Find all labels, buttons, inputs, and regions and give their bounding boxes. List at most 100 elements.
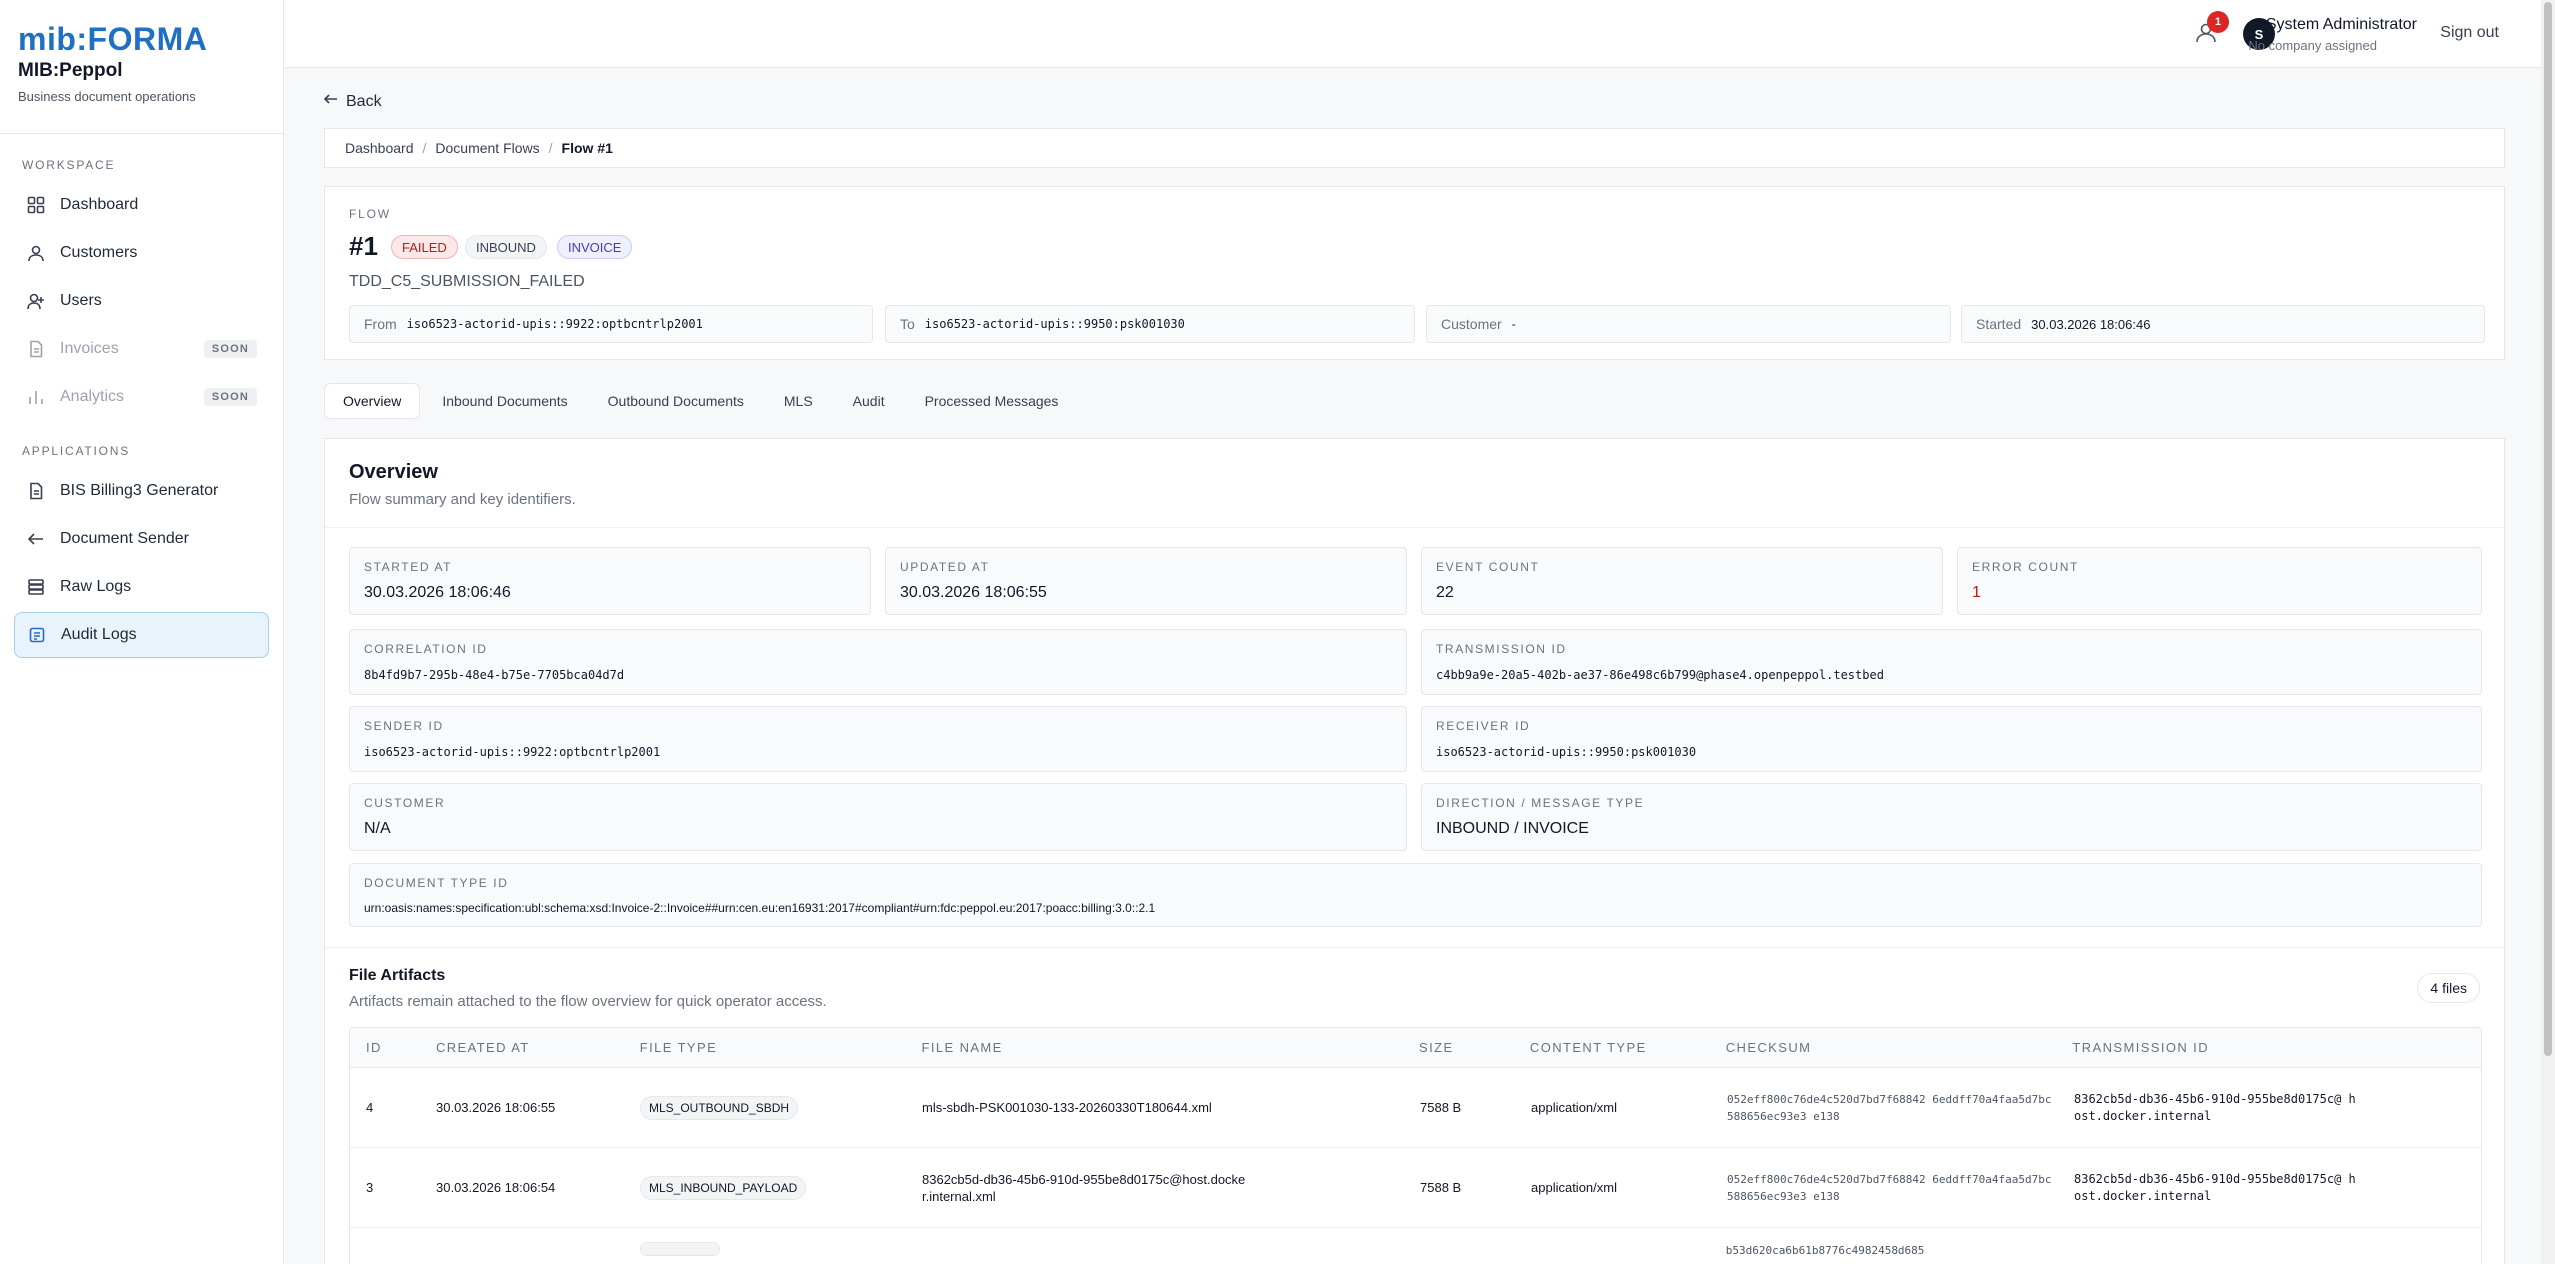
tab-overview[interactable]: Overview xyxy=(324,383,421,419)
back-button[interactable]: Back xyxy=(323,92,382,111)
column-header-file-name[interactable]: FILE NAME xyxy=(906,1040,1404,1055)
to-value: iso6523-actorid-upis::9950:psk001030 xyxy=(924,317,1185,331)
sidebar-item-customers[interactable]: Customers xyxy=(14,230,269,276)
arrow-left-icon xyxy=(323,92,338,111)
column-header-created-at[interactable]: CREATED AT xyxy=(420,1040,624,1055)
field-value: INBOUND / INVOICE xyxy=(1436,820,1589,837)
field-label: EVENT COUNT xyxy=(1436,560,1540,574)
field-value: 30.03.2026 18:06:55 xyxy=(900,584,1047,601)
flow-label: FLOW xyxy=(349,207,391,221)
back-label: Back xyxy=(346,92,382,110)
document-icon xyxy=(26,481,46,501)
brand-logo[interactable]: mib:FORMA xyxy=(18,22,265,56)
cell-id: 3 xyxy=(366,1180,374,1195)
breadcrumb-separator: / xyxy=(422,140,427,156)
breadcrumb-document-flows[interactable]: Document Flows xyxy=(435,140,539,156)
section-label-applications: APPLICATIONS xyxy=(22,444,131,458)
topbar: 1 S System Administrator No company assi… xyxy=(285,0,2541,68)
cell-file-name[interactable]: mls-sbdh-PSK001030-133-20260330T180644.x… xyxy=(906,1099,1404,1116)
cell-created-at: 30.03.2026 18:06:54 xyxy=(436,1180,556,1195)
sign-out-button[interactable]: Sign out xyxy=(2440,24,2499,42)
field-value: 30.03.2026 18:06:46 xyxy=(364,584,511,601)
sidebar-item-document-sender[interactable]: Document Sender xyxy=(14,516,269,562)
tab-inbound-documents[interactable]: Inbound Documents xyxy=(424,383,585,419)
files-count-badge: 4 files xyxy=(2417,973,2480,1003)
cell-id: 4 xyxy=(366,1100,374,1115)
tab-processed-messages[interactable]: Processed Messages xyxy=(907,383,1077,419)
column-header-size[interactable]: SIZE xyxy=(1403,1040,1514,1055)
cell-file-name[interactable]: 8362cb5d-db36-45b6-910d-955be8d0175c@hos… xyxy=(906,1171,1246,1205)
field-value: 22 xyxy=(1436,584,1454,601)
page-scrollbar[interactable] xyxy=(2541,0,2555,1264)
field-value: 8b4fd9b7-295b-48e4-b75e-7705bca04d7d xyxy=(364,668,625,682)
flow-started: Started 30.03.2026 18:06:46 xyxy=(1961,305,2485,343)
column-header-content-type[interactable]: CONTENT TYPE xyxy=(1514,1040,1710,1055)
column-header-id[interactable]: ID xyxy=(350,1040,420,1055)
sidebar-item-users[interactable]: Users xyxy=(14,278,269,324)
sidebar-item-label: Users xyxy=(60,292,102,309)
tab-bar: Overview Inbound Documents Outbound Docu… xyxy=(324,382,1080,420)
sidebar-item-dashboard[interactable]: Dashboard xyxy=(14,182,269,228)
field-label: RECEIVER ID xyxy=(1436,719,1531,733)
overview-title: Overview xyxy=(349,461,438,483)
file-type-badge xyxy=(639,1242,720,1256)
file-artifacts-table: ID CREATED AT FILE TYPE FILE NAME SIZE C… xyxy=(349,1027,2482,1264)
flow-to: To iso6523-actorid-upis::9950:psk001030 xyxy=(885,305,1415,343)
field-receiver-id: RECEIVER ID iso6523-actorid-upis::9950:p… xyxy=(1421,706,2482,772)
field-label: CUSTOMER xyxy=(364,796,446,810)
field-value: iso6523-actorid-upis::9950:psk001030 xyxy=(1436,745,1697,759)
tab-mls[interactable]: MLS xyxy=(766,383,831,419)
breadcrumb-current: Flow #1 xyxy=(561,140,613,156)
scrollbar-thumb[interactable] xyxy=(2544,2,2552,1056)
sidebar-item-audit-logs[interactable]: Audit Logs xyxy=(14,612,269,658)
started-label: Started xyxy=(1976,316,2022,332)
cell-file-type xyxy=(624,1242,906,1259)
tab-outbound-documents[interactable]: Outbound Documents xyxy=(590,383,762,419)
sidebar-item-label: Document Sender xyxy=(60,530,189,547)
cell-file-type: MLS_INBOUND_PAYLOAD xyxy=(624,1175,906,1200)
sidebar-item-label: Customers xyxy=(60,244,138,261)
status-badge-failed: FAILED xyxy=(391,235,458,259)
column-header-file-type[interactable]: FILE TYPE xyxy=(624,1040,906,1055)
direction-badge: INBOUND xyxy=(465,235,547,259)
field-transmission-id: TRANSMISSION ID c4bb9a9e-20a5-402b-ae37-… xyxy=(1421,629,2482,695)
column-header-transmission-id[interactable]: TRANSMISSION ID xyxy=(2056,1040,2481,1055)
flow-customer: Customer - xyxy=(1426,305,1951,343)
field-label: DIRECTION / MESSAGE TYPE xyxy=(1436,796,1645,810)
file-type-badge: MLS_INBOUND_PAYLOAD xyxy=(640,1175,807,1200)
sidebar-item-invoices: Invoices SOON xyxy=(14,326,269,372)
field-label: UPDATED AT xyxy=(900,560,990,574)
field-value: 1 xyxy=(1972,584,1981,601)
flow-number: #1 xyxy=(349,231,378,261)
user-name: System Administrator xyxy=(2265,16,2417,33)
field-correlation-id: CORRELATION ID 8b4fd9b7-295b-48e4-b75e-7… xyxy=(349,629,1407,695)
sidebar-item-raw-logs[interactable]: Raw Logs xyxy=(14,564,269,610)
cell-size: 7588 B xyxy=(1420,1100,1462,1115)
column-header-checksum[interactable]: CHECKSUM xyxy=(1710,1040,2057,1055)
flow-code: TDD_C5_SUBMISSION_FAILED xyxy=(349,273,585,290)
tab-audit[interactable]: Audit xyxy=(835,383,903,419)
breadcrumb-separator: / xyxy=(548,140,553,156)
field-updated-at: UPDATED AT 30.03.2026 18:06:55 xyxy=(885,547,1407,615)
divider xyxy=(325,947,2504,948)
cell-transmission-id: 8362cb5d-db36-45b6-910d-955be8d0175c@ ho… xyxy=(2074,1171,2356,1203)
bar-chart-icon xyxy=(26,387,46,407)
app-subtitle: Business document operations xyxy=(18,89,196,104)
table-row[interactable]: b53d620ca6b61b8776c4982458d685 xyxy=(350,1228,2481,1264)
breadcrumb: Dashboard / Document Flows / Flow #1 xyxy=(324,128,2505,168)
customer-value: - xyxy=(1511,317,1516,331)
table-row[interactable]: 3 30.03.2026 18:06:54 MLS_INBOUND_PAYLOA… xyxy=(350,1148,2481,1228)
breadcrumb-dashboard[interactable]: Dashboard xyxy=(345,140,414,156)
sidebar-item-label: Dashboard xyxy=(60,196,139,213)
from-value: iso6523-actorid-upis::9922:optbcntrlp200… xyxy=(406,317,703,331)
field-label: CORRELATION ID xyxy=(364,642,488,656)
table-row[interactable]: 4 30.03.2026 18:06:55 MLS_OUTBOUND_SBDH … xyxy=(350,1068,2481,1148)
field-label: DOCUMENT TYPE ID xyxy=(364,876,509,890)
sidebar-item-bis-billing3-generator[interactable]: BIS Billing3 Generator xyxy=(14,468,269,514)
field-error-count: ERROR COUNT 1 xyxy=(1957,547,2482,615)
user-icon xyxy=(26,243,46,263)
field-value: c4bb9a9e-20a5-402b-ae37-86e498c6b799@pha… xyxy=(1436,668,1884,682)
document-icon xyxy=(26,339,46,359)
field-label: TRANSMISSION ID xyxy=(1436,642,1567,656)
notifications-button[interactable]: 1 xyxy=(2191,11,2229,48)
